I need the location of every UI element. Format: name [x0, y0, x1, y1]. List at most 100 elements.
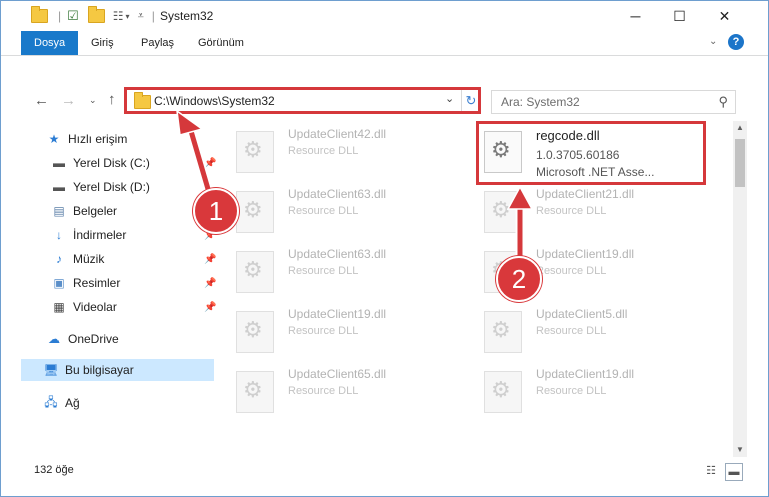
- file-item[interactable]: ⚙ UpdateClient5.dll Resource DLL: [474, 301, 714, 359]
- back-arrow-icon[interactable]: ←: [34, 92, 49, 109]
- forward-arrow-icon[interactable]: →: [61, 92, 76, 109]
- sidebar-item-label: Videolar: [73, 300, 117, 314]
- up-arrow-icon[interactable]: ↑: [108, 91, 116, 108]
- minimize-button[interactable]: ─: [613, 1, 658, 31]
- status-bar: 132 öğe ☷ ▬: [1, 461, 768, 483]
- gear-icon: ⚙: [243, 137, 263, 162]
- sidebar-item-this-pc[interactable]: 🖥 Bu bilgisayar: [21, 359, 214, 381]
- sidebar-item-label: Resimler: [73, 276, 121, 290]
- computer-icon: 🖥: [43, 363, 59, 377]
- file-name: UpdateClient21.dll: [536, 187, 635, 201]
- ribbon-expand-icon[interactable]: ⌄: [709, 36, 717, 47]
- pictures-icon: ▣: [53, 276, 65, 290]
- step-badge-2: 2: [496, 256, 542, 302]
- file-description: Resource DLL: [536, 325, 607, 337]
- sidebar-item-music[interactable]: ♪ Müzik 📌: [51, 248, 216, 270]
- close-button[interactable]: ✕: [702, 1, 747, 31]
- file-name: UpdateClient42.dll: [288, 127, 387, 141]
- sidebar-item-local-disk-c[interactable]: ▬ Yerel Disk (C:) 📌: [51, 152, 216, 174]
- title-bar: | ☑ ☷ ▾ ⩡ | System32 ─ ☐ ✕: [1, 1, 768, 31]
- sidebar-item-label: Müzik: [73, 252, 105, 266]
- folder-icon[interactable]: [31, 6, 48, 23]
- file-name: UpdateClient5.dll: [536, 307, 628, 321]
- drive-icon: ▬: [53, 156, 65, 170]
- tab-home[interactable]: Giriş: [83, 31, 122, 55]
- item-count: 132 öğe: [34, 464, 74, 476]
- star-icon: ★: [48, 132, 60, 146]
- toolbar-menu-icon[interactable]: ⩡: [138, 10, 144, 23]
- cloud-icon: ☁: [48, 332, 60, 346]
- file-highlight-box: [476, 121, 706, 185]
- sidebar-item-label: Hızlı erişim: [68, 132, 128, 146]
- sidebar-item-pictures[interactable]: ▣ Resimler 📌: [51, 272, 216, 294]
- file-description: Resource DLL: [536, 265, 607, 277]
- chevron-down-icon[interactable]: ▾: [126, 12, 130, 21]
- pin-icon[interactable]: 📌: [204, 302, 216, 313]
- file-item[interactable]: ⚙ UpdateClient65.dll Resource DLL: [226, 361, 466, 419]
- vertical-scrollbar[interactable]: ▲ ▼: [733, 121, 747, 457]
- properties-icon[interactable]: ☑: [67, 8, 79, 24]
- file-description: Resource DLL: [288, 205, 359, 217]
- sidebar-item-label: Belgeler: [73, 204, 118, 218]
- sidebar-item-label: Yerel Disk (C:): [73, 156, 150, 170]
- step-badge-1: 1: [193, 188, 239, 234]
- pin-icon[interactable]: 📌: [204, 278, 216, 289]
- file-item[interactable]: ⚙ UpdateClient21.dll Resource DLL: [474, 181, 714, 239]
- pin-icon[interactable]: 📌: [204, 158, 216, 169]
- gear-icon: ⚙: [491, 197, 511, 222]
- tiles-view-icon[interactable]: ▬: [725, 463, 743, 481]
- file-description: Resource DLL: [288, 145, 359, 157]
- sidebar-item-label: Ağ: [65, 396, 80, 410]
- download-icon: ↓: [56, 228, 62, 242]
- scroll-down-icon[interactable]: ▼: [733, 443, 747, 457]
- window-title: System32: [160, 9, 214, 23]
- file-name: UpdateClient19.dll: [288, 307, 387, 321]
- help-icon[interactable]: ?: [728, 34, 744, 50]
- file-name: UpdateClient63.dll: [288, 187, 387, 201]
- gear-icon: ⚙: [491, 377, 511, 402]
- file-description: Resource DLL: [536, 205, 607, 217]
- search-icon[interactable]: ⚲: [718, 94, 728, 110]
- gear-icon: ⚙: [243, 377, 263, 402]
- sidebar-item-downloads[interactable]: ↓ İndirmeler 📌: [51, 224, 216, 246]
- sidebar-item-network[interactable]: 🖧 Ağ: [43, 392, 214, 414]
- recent-locations-chevron-icon[interactable]: ⌄: [89, 95, 97, 106]
- new-folder-icon[interactable]: [87, 6, 105, 23]
- tab-file[interactable]: Dosya: [21, 31, 79, 55]
- file-item[interactable]: ⚙ UpdateClient42.dll Resource DLL: [226, 121, 466, 179]
- sidebar-item-documents[interactable]: ▤ Belgeler: [51, 200, 214, 222]
- quick-access-toolbar: | ☑ ☷ ▾ ⩡ |: [31, 6, 155, 25]
- pin-icon[interactable]: 📌: [204, 254, 216, 265]
- file-item[interactable]: ⚙ UpdateClient19.dll Resource DLL: [226, 301, 466, 359]
- sidebar-item-videos[interactable]: ▦ Videolar 📌: [51, 296, 216, 318]
- network-icon: 🖧: [44, 394, 58, 409]
- search-box[interactable]: Ara: System32 ⚲: [491, 90, 736, 114]
- sidebar-item-quick-access[interactable]: ★ Hızlı erişim: [46, 128, 214, 150]
- sidebar-item-local-disk-d[interactable]: ▬ Yerel Disk (D:): [51, 176, 214, 198]
- scroll-thumb[interactable]: [735, 139, 745, 187]
- explorer-window: | ☑ ☷ ▾ ⩡ | System32 ─ ☐ ✕ Dosya Giriş P…: [0, 0, 769, 497]
- sidebar-item-label: OneDrive: [68, 332, 119, 346]
- details-view-icon[interactable]: ☷: [703, 463, 719, 479]
- sidebar-item-label: Yerel Disk (D:): [73, 180, 150, 194]
- search-input[interactable]: Ara: System32: [501, 95, 580, 109]
- sidebar-item-label: Bu bilgisayar: [65, 363, 134, 377]
- gear-icon: ⚙: [243, 317, 263, 342]
- file-item[interactable]: ⚙ UpdateClient63.dll Resource DLL: [226, 241, 466, 299]
- sidebar-item-onedrive[interactable]: ☁ OneDrive: [46, 328, 214, 350]
- file-description: Resource DLL: [288, 325, 359, 337]
- video-icon: ▦: [53, 300, 65, 314]
- file-description: Resource DLL: [288, 385, 359, 397]
- tab-view[interactable]: Görünüm: [190, 31, 252, 55]
- gear-icon: ⚙: [243, 197, 263, 222]
- maximize-button[interactable]: ☐: [657, 1, 702, 31]
- navigation-pane: ★ Hızlı erişim ▬ Yerel Disk (C:) 📌 ▬ Yer…: [21, 123, 216, 453]
- tab-share[interactable]: Paylaş: [133, 31, 182, 55]
- file-item[interactable]: ⚙ UpdateClient19.dll Resource DLL: [474, 361, 714, 419]
- file-item[interactable]: ⚙ UpdateClient63.dll Resource DLL: [226, 181, 466, 239]
- scroll-up-icon[interactable]: ▲: [733, 121, 747, 135]
- gear-icon: ⚙: [243, 257, 263, 282]
- customize-icon[interactable]: ☷: [113, 9, 124, 23]
- file-name: UpdateClient19.dll: [536, 247, 635, 261]
- sidebar-item-label: İndirmeler: [73, 228, 127, 242]
